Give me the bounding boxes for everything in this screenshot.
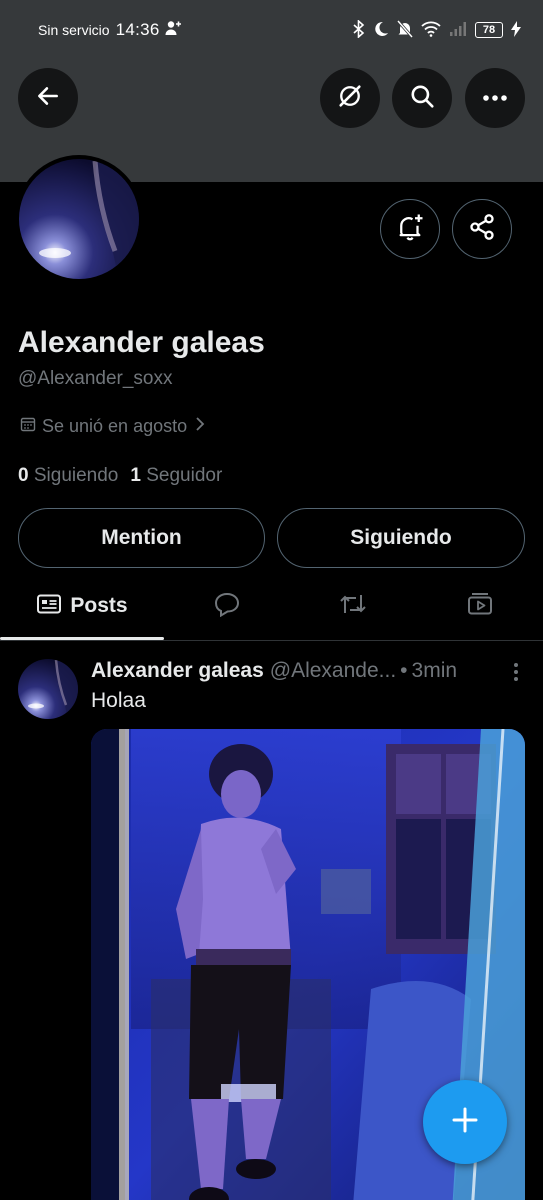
tab-media[interactable] [416,572,543,640]
profile-name: Alexander galeas [18,326,265,359]
profile-handle: @Alexander_soxx [18,368,173,389]
notifications-button[interactable] [380,199,440,259]
bluetooth-icon [353,18,365,41]
tab-replies[interactable] [164,572,290,640]
grok-button[interactable] [320,68,380,128]
account-plus-icon [165,20,183,40]
media-icon [466,591,494,622]
post-avatar[interactable] [18,659,78,719]
bell-plus-icon [395,212,425,247]
followers-label: Seguidor [146,465,223,486]
share-icon [468,213,496,246]
compose-post-button[interactable] [423,1080,507,1164]
clock: 14:36 [115,20,160,39]
post-author-handle[interactable]: @Alexande... [270,659,396,683]
following-count: 0 [18,465,29,486]
profile-avatar[interactable] [15,155,143,283]
post-separator: • [400,659,408,682]
following-stat[interactable]: 0 Siguiendo [18,465,118,487]
charging-icon [511,20,521,40]
post-author-name[interactable]: Alexander galeas [91,659,264,683]
tab-posts[interactable]: Posts [0,572,164,640]
joined-text: Se unió en agosto [42,416,188,436]
plus-icon [451,1106,479,1139]
post-more-icon[interactable] [513,662,519,687]
more-options-button[interactable] [465,68,525,128]
following-button[interactable]: Siguiendo [277,508,525,568]
following-label: Siguiendo [33,465,119,486]
arrow-left-icon [35,83,61,114]
more-horizontal-icon [482,89,508,107]
replies-icon [213,591,241,622]
post-timestamp: 3min [411,659,458,682]
calendar-icon [20,416,36,437]
search-button[interactable] [392,68,452,128]
moon-icon [373,21,389,40]
signal-icon [449,21,467,40]
tab-posts-label: Posts [70,594,128,617]
tab-reposts[interactable] [290,572,416,640]
mention-button[interactable]: Mention [18,508,265,568]
back-button[interactable] [18,68,78,128]
follow-stats: 0 Siguiendo 1 Seguidor [18,465,222,487]
post-header: Alexander galeas @Alexande... • 3min [91,659,531,683]
followers-count: 1 [130,465,141,486]
posts-icon [36,592,62,621]
followers-stat[interactable]: 1 Seguidor [130,465,222,487]
post-text: Holaa [91,689,146,712]
chevron-right-icon [195,416,205,437]
status-bar: Sin servicio 14:36 78 [0,0,543,60]
share-button[interactable] [452,199,512,259]
muted-bell-icon [396,19,414,41]
wifi-icon [421,21,441,40]
carrier-text: Sin servicio [38,22,110,38]
grok-icon [336,82,364,115]
battery-level: 78 [475,22,503,38]
search-icon [409,83,435,114]
reposts-icon [338,592,368,621]
profile-tabs: Posts [0,572,543,640]
joined-date[interactable]: Se unió en agosto [20,416,205,437]
